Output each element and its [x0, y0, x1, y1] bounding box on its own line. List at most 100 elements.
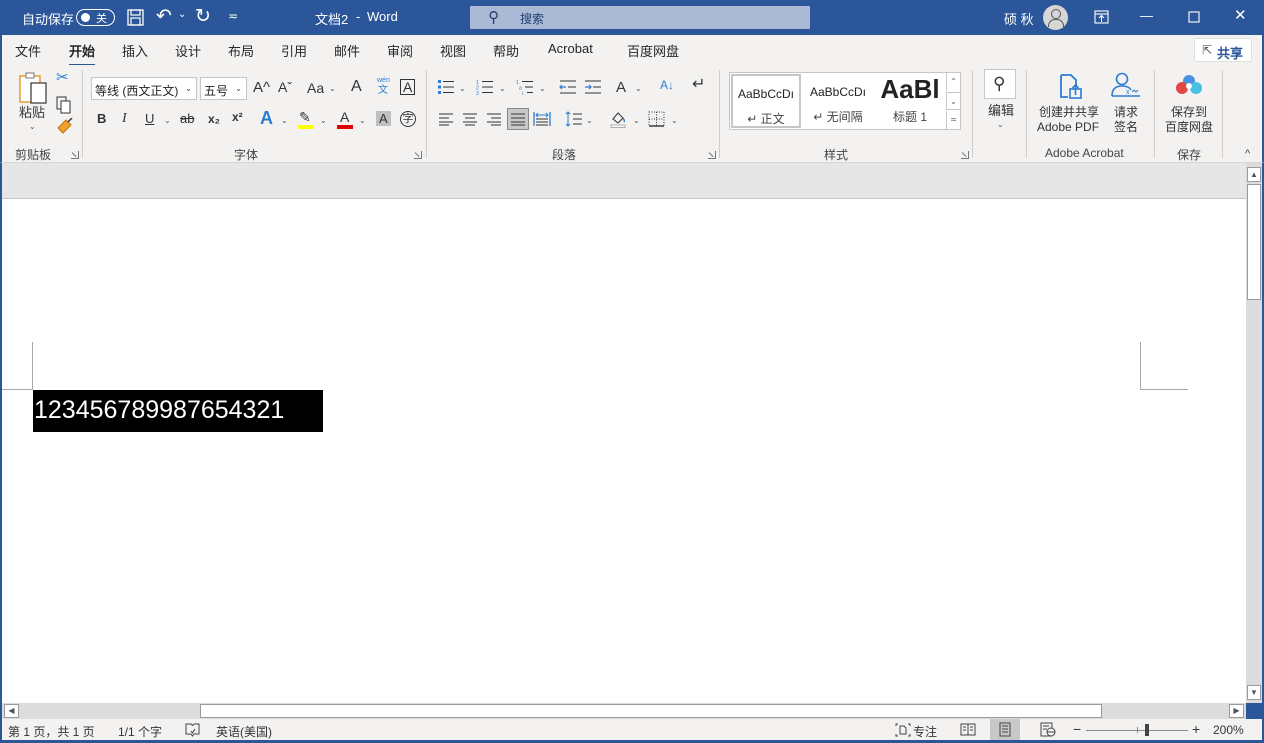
create-pdf-icon[interactable] [1058, 73, 1084, 101]
style-item-normal[interactable]: AaBbCcDı ↵ 正文 [731, 74, 801, 128]
language[interactable]: 英语(美国) [216, 723, 272, 740]
tab-home[interactable]: 开始 [69, 41, 96, 67]
copy-icon[interactable] [56, 96, 72, 114]
style-item-no-spacing[interactable]: AaBbCcDı ↵ 无间隔 [803, 74, 873, 128]
scroll-up-icon[interactable]: ▲ [1247, 167, 1261, 182]
change-case-dropdown-icon[interactable]: ⌄ [329, 85, 336, 93]
zoom-in-button[interactable]: + [1192, 721, 1200, 737]
tab-review[interactable]: 审阅 [387, 41, 413, 60]
tab-view[interactable]: 视图 [440, 41, 466, 60]
underline-icon[interactable]: U [145, 112, 154, 125]
font-launcher-icon[interactable] [414, 151, 422, 159]
gallery-scroll-down-icon[interactable]: ⌄ [946, 92, 960, 110]
bullets-dropdown-icon[interactable]: ⌄ [459, 85, 466, 93]
phonetic-guide-top[interactable]: wén [377, 77, 390, 84]
font-color-dropdown-icon[interactable]: ⌄ [359, 117, 366, 125]
multilevel-dropdown-icon[interactable]: ⌄ [539, 85, 546, 93]
undo-dropdown-icon[interactable]: ⌄ [178, 10, 186, 20]
create-share-pdf-line1[interactable]: 创建并共享 [1039, 106, 1099, 118]
tab-help[interactable]: 帮助 [493, 41, 519, 60]
multilevel-list-icon[interactable]: 1ai [516, 79, 534, 95]
create-share-pdf-line2[interactable]: Adobe PDF [1037, 121, 1099, 133]
format-painter-icon[interactable] [56, 118, 74, 136]
gallery-more-icon[interactable]: ≂ [946, 111, 960, 129]
autosave-toggle[interactable]: 关 [76, 9, 115, 26]
tab-insert[interactable]: 插入 [122, 41, 148, 60]
horizontal-scroll-thumb[interactable] [200, 704, 1102, 718]
increase-indent-icon[interactable] [584, 79, 602, 95]
distributed-icon[interactable] [533, 111, 551, 127]
phonetic-guide-icon[interactable]: 文 [378, 86, 388, 96]
tab-layout[interactable]: 布局 [228, 41, 254, 60]
web-layout-button[interactable] [1033, 719, 1063, 740]
bold-icon[interactable]: B [97, 112, 106, 125]
collapse-ribbon-icon[interactable]: ^ [1245, 149, 1250, 160]
save-icon[interactable] [127, 9, 144, 26]
italic-icon[interactable]: I [122, 112, 127, 126]
user-name[interactable]: 硕 秋 [1004, 9, 1034, 28]
redo-icon[interactable]: ↻ [195, 7, 211, 26]
grow-font-icon[interactable]: A^ [253, 80, 270, 95]
document-canvas[interactable] [2, 199, 1246, 703]
scroll-down-icon[interactable]: ▼ [1247, 685, 1261, 700]
paragraph-launcher-icon[interactable] [708, 151, 716, 159]
undo-icon[interactable]: ↶ [156, 7, 172, 26]
character-shading-icon[interactable]: A [376, 111, 391, 126]
numbering-icon[interactable]: 123 [476, 79, 494, 95]
request-signature-line2[interactable]: 签名 [1114, 121, 1138, 133]
baidu-netdisk-icon[interactable] [1174, 73, 1204, 97]
focus-label[interactable]: 专注 [913, 723, 937, 740]
proofing-icon[interactable] [185, 723, 200, 737]
tab-mailings[interactable]: 邮件 [334, 41, 360, 60]
sort-icon[interactable]: A↓ [660, 79, 674, 91]
enclose-characters-icon[interactable]: 字 [400, 111, 416, 127]
vertical-scrollbar[interactable]: ▲ ▼ [1246, 163, 1262, 703]
align-left-icon[interactable] [438, 112, 454, 126]
read-mode-button[interactable] [953, 719, 983, 740]
align-center-icon[interactable] [462, 112, 478, 126]
customize-qat-icon[interactable]: ≂ [228, 10, 238, 22]
scroll-left-icon[interactable]: ◀ [4, 704, 19, 718]
superscript-icon[interactable]: x² [232, 111, 243, 123]
ribbon-display-icon[interactable] [1094, 10, 1109, 24]
change-case-icon[interactable]: Aa [307, 81, 324, 95]
font-color-icon[interactable]: A [340, 110, 349, 124]
save-to-baidu-line1[interactable]: 保存到 [1171, 106, 1207, 118]
selected-text[interactable]: 123456789987654321 [34, 396, 284, 425]
minimize-icon[interactable]: — [1140, 9, 1153, 22]
underline-dropdown-icon[interactable]: ⌄ [164, 117, 171, 125]
clipboard-launcher-icon[interactable] [71, 151, 79, 159]
tab-file[interactable]: 文件 [15, 41, 41, 60]
line-spacing-icon[interactable] [565, 111, 583, 127]
print-layout-button[interactable] [990, 719, 1020, 740]
page-info[interactable]: 第 1 页，共 1 页 [8, 723, 95, 740]
zoom-slider-thumb[interactable] [1145, 724, 1150, 736]
paste-dropdown-icon[interactable]: ⌄ [29, 123, 36, 131]
font-size-combo[interactable]: 五号 ⌄ [200, 77, 247, 100]
gallery-scroll-up-icon[interactable]: ⌃ [946, 73, 960, 91]
editing-button[interactable]: ⚲ [984, 69, 1016, 99]
avatar[interactable] [1043, 5, 1068, 30]
zoom-out-button[interactable]: − [1073, 721, 1081, 737]
word-count[interactable]: 1/1 个字 [118, 723, 162, 740]
style-item-heading-1[interactable]: AaBl 标题 1 [875, 74, 945, 128]
tab-references[interactable]: 引用 [281, 41, 307, 60]
highlight-icon[interactable]: ✎ [299, 110, 311, 124]
horizontal-scrollbar[interactable]: ◀ ▶ [2, 703, 1246, 719]
focus-icon[interactable] [895, 723, 911, 737]
shading-icon[interactable] [609, 110, 627, 128]
scroll-right-icon[interactable]: ▶ [1229, 704, 1244, 718]
strikethrough-icon[interactable]: ab [180, 112, 194, 125]
styles-launcher-icon[interactable] [961, 151, 969, 159]
editing-label[interactable]: 编辑 [988, 104, 1014, 117]
cut-icon[interactable]: ✂ [56, 70, 69, 85]
shrink-font-icon[interactable]: Aˇ [278, 80, 292, 94]
text-effects-dropdown-icon[interactable]: ⌄ [281, 117, 288, 125]
maximize-icon[interactable] [1188, 11, 1200, 23]
zoom-level[interactable]: 200% [1213, 723, 1244, 737]
show-marks-icon[interactable]: ↵ [692, 77, 705, 93]
search-box[interactable]: ⚲ 搜索 [470, 6, 810, 29]
bullets-icon[interactable] [437, 79, 455, 95]
chinese-layout-icon[interactable]: A [616, 80, 626, 95]
tab-acrobat[interactable]: Acrobat [548, 41, 593, 56]
